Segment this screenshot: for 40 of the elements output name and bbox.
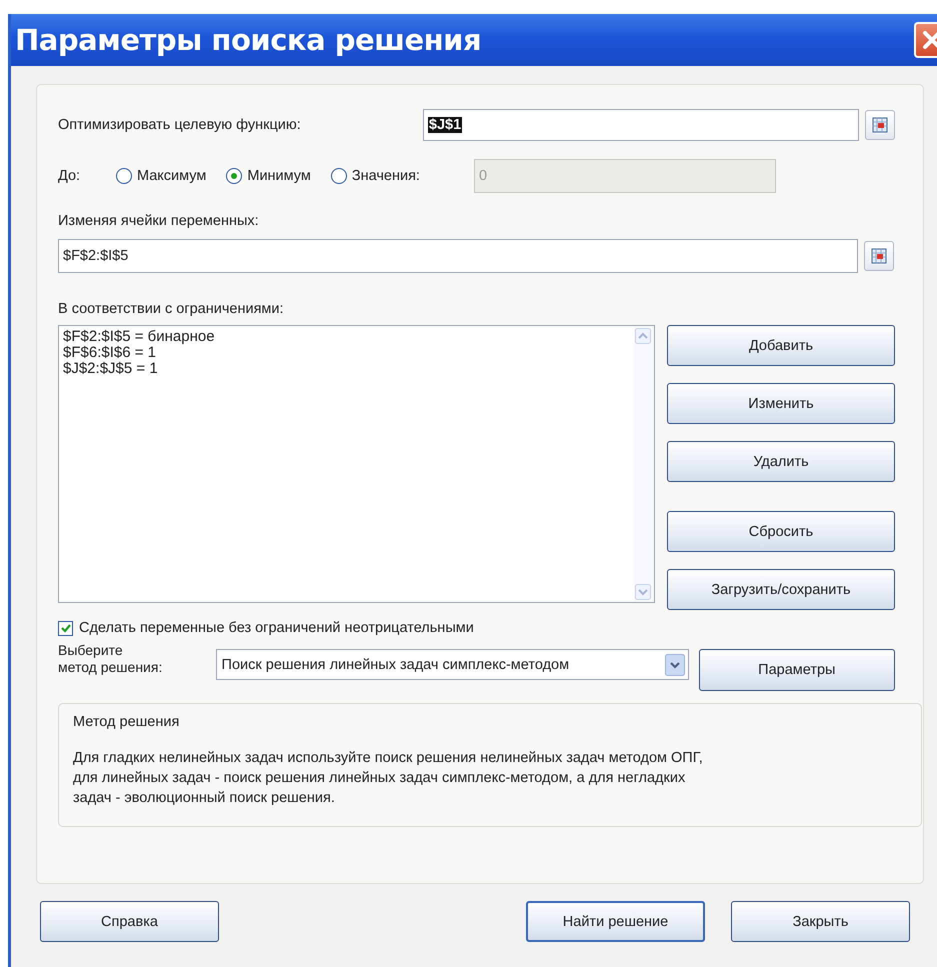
radio-option[interactable]: Максимум <box>116 168 206 184</box>
field-value: $J$1 <box>428 117 462 133</box>
constraint-item[interactable]: $J$2:$J$5 = 1 <box>63 361 630 377</box>
check-icon <box>60 622 72 634</box>
group-title: Метод решения <box>73 714 180 730</box>
objective-field[interactable]: $J$1 <box>422 109 860 141</box>
radio-option[interactable]: Минимум <box>226 168 311 184</box>
constraint-button[interactable]: Изменить <box>667 383 895 424</box>
range-select-icon <box>871 248 887 264</box>
nonnegative-checkbox[interactable]: Сделать переменные без ограничений неотрицательными <box>58 620 895 636</box>
constraint-button[interactable]: Удалить <box>667 441 895 482</box>
method-label: Выберите метод решения: <box>58 642 164 676</box>
dropdown-value: Поиск решения линейных задач симплекс-методом <box>222 656 570 672</box>
method-description: Для гладких нелинейных задач используйте поиск решения нелинейных задач методом ОПГ, для линейных задач - поиск решения линейных задач симплекс-методом, а для негладких задач - эволюционный поиск решения. <box>73 749 704 808</box>
checkbox[interactable] <box>58 620 73 636</box>
radio-label: Значения: <box>352 168 420 184</box>
radio-label: Минимум <box>247 168 311 184</box>
close-icon <box>921 29 937 51</box>
range-select-button[interactable] <box>864 241 894 271</box>
constraints-label: В соответствии с ограничениями: <box>58 301 285 317</box>
options-button[interactable]: Параметры <box>698 649 895 691</box>
variables-label: Изменяя ячейки переменных: <box>58 213 260 229</box>
objective-label: Оптимизировать целевую функцию: <box>58 117 302 133</box>
constraint-item[interactable]: $F$6:$I$6 = 1 <box>63 345 630 361</box>
variables-field[interactable]: $F$2:$I$5 <box>58 239 858 273</box>
constraint-button[interactable]: Добавить <box>667 325 895 366</box>
method-dropdown[interactable]: Поиск решения линейных задач симплекс-методом <box>216 649 689 680</box>
radio-label: Максимум <box>137 168 206 184</box>
dialog-button[interactable]: Справка <box>40 901 219 942</box>
dialog-button[interactable]: Закрыть <box>731 901 910 942</box>
target-label: До: <box>58 168 82 184</box>
range-select-button[interactable] <box>865 110 895 140</box>
window-title: Параметры поиска решения <box>15 23 482 57</box>
constraint-button[interactable]: Загрузить/сохранить <box>667 569 895 610</box>
constraint-item[interactable]: $F$2:$I$5 = бинарное <box>63 329 630 345</box>
dialog-button[interactable]: Найти решение <box>526 901 705 942</box>
radio-option[interactable]: Значения: <box>330 168 420 184</box>
constraint-button[interactable]: Сбросить <box>667 511 895 552</box>
checkbox-label: Сделать переменные без ограничений неотрицательными <box>79 620 474 636</box>
range-select-icon <box>872 117 888 133</box>
